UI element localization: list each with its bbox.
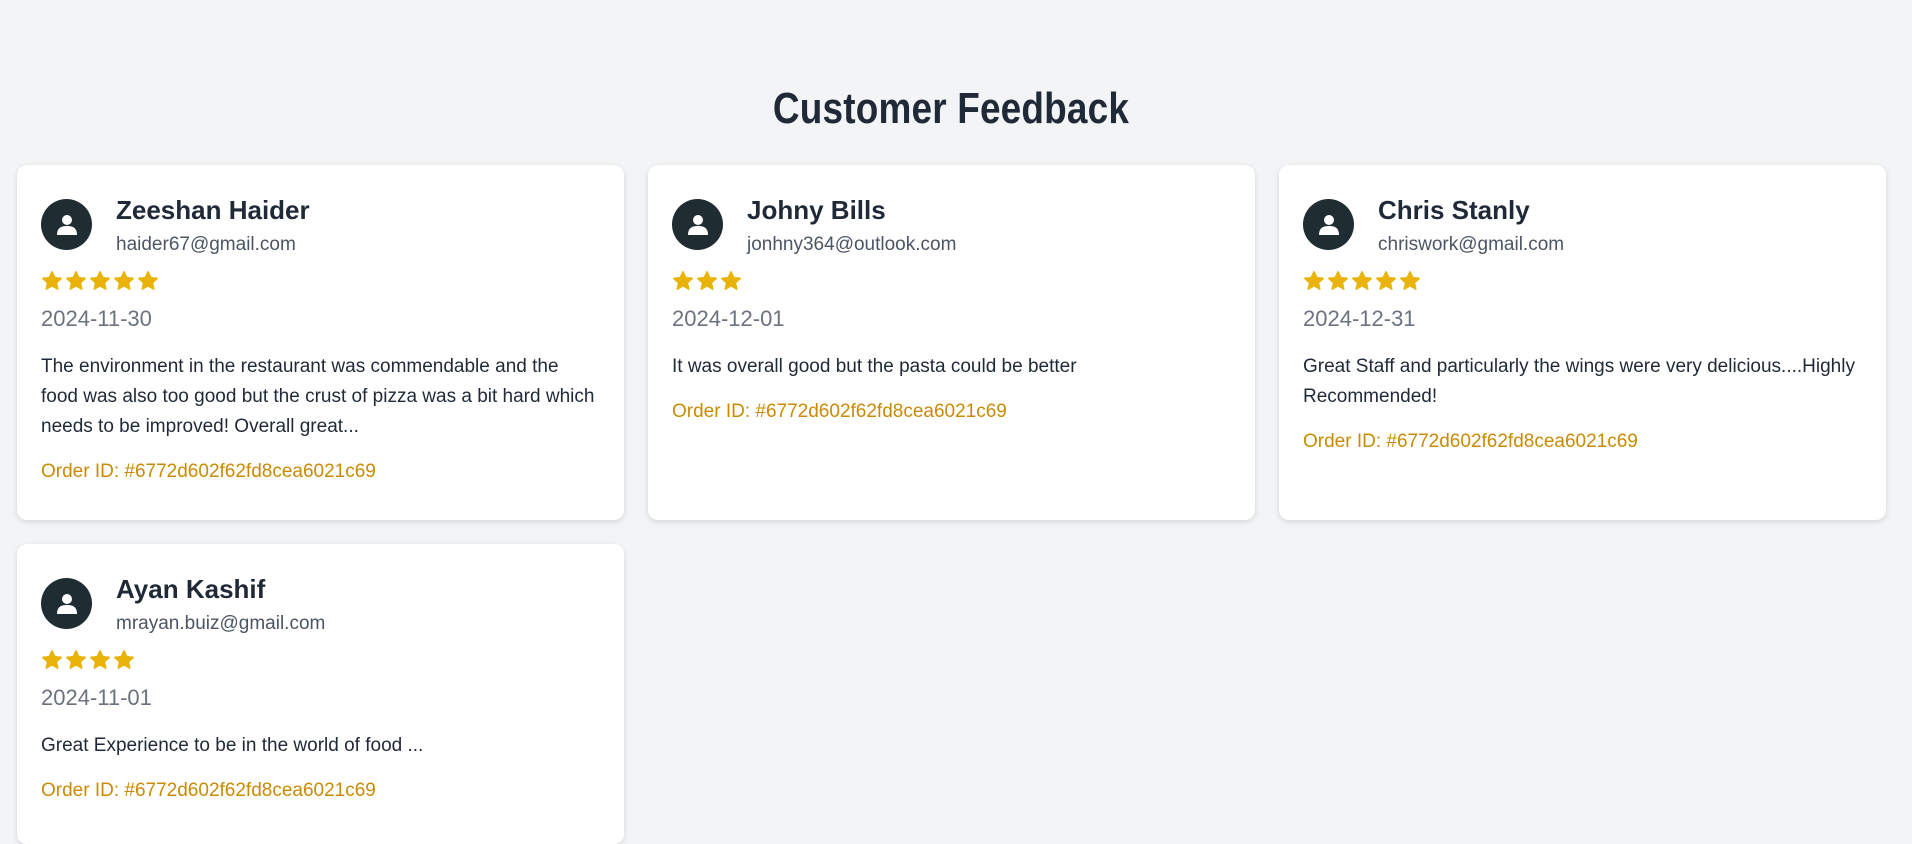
star-icon bbox=[113, 270, 135, 290]
star-icon bbox=[696, 270, 718, 290]
star-icon bbox=[1351, 270, 1373, 290]
user-avatar-icon bbox=[41, 199, 92, 250]
feedback-card: Johny Bills jonhny364@outlook.com 2024-1… bbox=[648, 165, 1255, 520]
user-avatar-icon bbox=[41, 578, 92, 629]
card-header: Ayan Kashif mrayan.buiz@gmail.com bbox=[41, 574, 600, 635]
star-icon bbox=[137, 270, 159, 290]
feedback-comment: Great Experience to be in the world of f… bbox=[41, 735, 424, 756]
star-icon bbox=[1399, 270, 1421, 290]
star-icon bbox=[720, 270, 742, 290]
user-avatar-icon bbox=[1303, 199, 1354, 250]
card-header: Johny Bills jonhny364@outlook.com bbox=[672, 195, 1231, 256]
page-title: Customer Feedback bbox=[772, 84, 1130, 133]
feedback-card: Chris Stanly chriswork@gmail.com 2024-12… bbox=[1279, 165, 1886, 520]
customer-name: Zeeshan Haider bbox=[116, 195, 310, 225]
star-rating bbox=[672, 270, 1231, 296]
order-id: Order ID: #6772d602f62fd8cea6021c69 bbox=[41, 780, 376, 801]
star-icon bbox=[65, 649, 87, 669]
star-rating bbox=[41, 649, 600, 675]
card-header: Chris Stanly chriswork@gmail.com bbox=[1303, 195, 1862, 256]
star-icon bbox=[41, 649, 63, 669]
customer-info: Zeeshan Haider haider67@gmail.com bbox=[116, 195, 310, 256]
star-icon bbox=[89, 270, 111, 290]
star-rating bbox=[1303, 270, 1862, 296]
order-id: Order ID: #6772d602f62fd8cea6021c69 bbox=[41, 461, 376, 482]
card-header: Zeeshan Haider haider67@gmail.com bbox=[41, 195, 600, 256]
feedback-date: 2024-12-31 bbox=[1303, 306, 1416, 331]
feedback-date: 2024-11-30 bbox=[41, 306, 152, 331]
feedback-comment: Great Staff and particularly the wings w… bbox=[1303, 356, 1855, 407]
feedback-card: Ayan Kashif mrayan.buiz@gmail.com 2024-1… bbox=[17, 544, 624, 844]
feedback-card: Zeeshan Haider haider67@gmail.com 2024-1… bbox=[17, 165, 624, 520]
customer-info: Ayan Kashif mrayan.buiz@gmail.com bbox=[116, 574, 325, 635]
customer-email: mrayan.buiz@gmail.com bbox=[116, 613, 326, 634]
user-avatar-icon bbox=[672, 199, 723, 250]
feedback-page: Customer Feedback Zeeshan Haider haider6… bbox=[0, 0, 1912, 844]
customer-name: Ayan Kashif bbox=[116, 574, 266, 604]
star-icon bbox=[1375, 270, 1397, 290]
star-icon bbox=[1303, 270, 1325, 290]
customer-email: haider67@gmail.com bbox=[116, 234, 296, 255]
star-rating bbox=[41, 270, 600, 296]
star-icon bbox=[89, 649, 111, 669]
star-icon bbox=[41, 270, 63, 290]
feedback-date: 2024-12-01 bbox=[672, 306, 785, 331]
customer-email: chriswork@gmail.com bbox=[1378, 234, 1565, 255]
customer-name: Chris Stanly bbox=[1378, 195, 1530, 225]
customer-info: Chris Stanly chriswork@gmail.com bbox=[1378, 195, 1564, 256]
customer-name: Johny Bills bbox=[747, 195, 886, 225]
star-icon bbox=[113, 649, 135, 669]
star-icon bbox=[672, 270, 694, 290]
feedback-comment: It was overall good but the pasta could … bbox=[672, 356, 1077, 377]
feedback-comment: The environment in the restaurant was co… bbox=[41, 356, 595, 437]
customer-email: jonhny364@outlook.com bbox=[747, 234, 957, 255]
order-id: Order ID: #6772d602f62fd8cea6021c69 bbox=[1303, 431, 1638, 452]
customer-info: Johny Bills jonhny364@outlook.com bbox=[747, 195, 956, 256]
order-id: Order ID: #6772d602f62fd8cea6021c69 bbox=[672, 401, 1007, 422]
feedback-date: 2024-11-01 bbox=[41, 685, 152, 710]
star-icon bbox=[1327, 270, 1349, 290]
star-icon bbox=[65, 270, 87, 290]
